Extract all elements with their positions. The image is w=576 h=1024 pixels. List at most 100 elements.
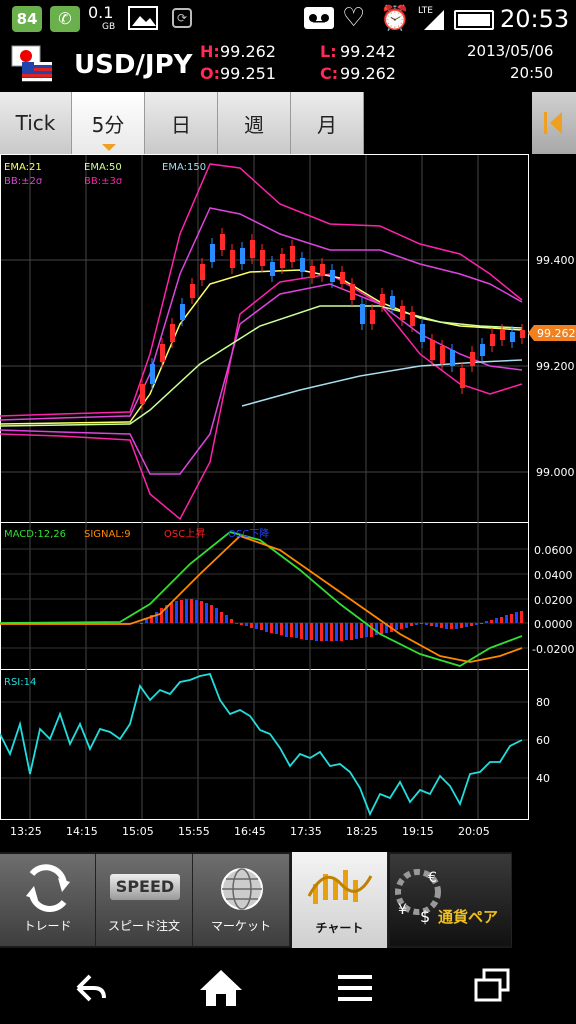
osc-bar bbox=[450, 623, 453, 629]
rsi-y-tick: 80 bbox=[536, 696, 550, 709]
osc-bar bbox=[345, 623, 348, 640]
high-label: H: bbox=[200, 42, 220, 61]
candle-body bbox=[330, 270, 335, 282]
tab-strip-filler bbox=[364, 92, 532, 154]
osc-bar bbox=[415, 623, 418, 625]
bottom-nav-filler bbox=[512, 852, 576, 948]
rsi-panel-frame bbox=[0, 669, 529, 820]
legend-osc-up: OSC上昇 bbox=[164, 528, 205, 540]
svg-text:€: € bbox=[428, 870, 437, 886]
osc-bar bbox=[355, 623, 358, 639]
candle-body bbox=[310, 266, 315, 278]
data-amount: 0.1 bbox=[88, 3, 114, 22]
chart-area[interactable]: EMA:21 EMA:50 EMA:150 BB:±2σ BB:±3σ 99.4… bbox=[0, 154, 576, 852]
quote-header: USD/JPY H: 99.262 O: 99.251 L: 99.242 C:… bbox=[0, 38, 576, 90]
x-tick: 20:05 bbox=[458, 825, 490, 838]
osc-bar bbox=[420, 623, 423, 624]
chart-canvas[interactable]: EMA:21 EMA:50 EMA:150 BB:±2σ BB:±3σ 99.4… bbox=[0, 154, 576, 852]
osc-bar bbox=[275, 623, 278, 634]
candle-body bbox=[450, 350, 455, 366]
osc-bar bbox=[475, 623, 478, 625]
bb2-upper-line bbox=[0, 207, 523, 421]
osc-bar bbox=[295, 623, 298, 638]
osc-bar bbox=[240, 623, 243, 625]
macd-y-tick: 0.0400 bbox=[534, 569, 573, 582]
menu-icon[interactable] bbox=[336, 968, 376, 1008]
osc-bar bbox=[230, 619, 233, 623]
osc-bar bbox=[470, 623, 473, 626]
open-value: 99.251 bbox=[220, 64, 276, 83]
tab-label: 日 bbox=[171, 112, 191, 137]
osc-bar bbox=[520, 611, 523, 623]
svg-text:¥: ¥ bbox=[398, 902, 407, 918]
tab-5min[interactable]: 5分 bbox=[72, 92, 145, 154]
battery-level: 84 bbox=[16, 10, 38, 28]
drawer-toggle-button[interactable] bbox=[532, 92, 576, 154]
macd-y-tick: 0.0000 bbox=[534, 618, 573, 631]
back-icon[interactable] bbox=[64, 968, 114, 1008]
osc-bar bbox=[325, 623, 328, 641]
speed-icon: SPEED bbox=[110, 874, 180, 900]
osc-bar bbox=[195, 600, 198, 623]
osc-bar bbox=[225, 615, 228, 623]
candle-body bbox=[150, 364, 155, 384]
tab-label: 5分 bbox=[91, 112, 125, 137]
low-label: L: bbox=[320, 42, 337, 61]
osc-bar bbox=[460, 623, 463, 628]
nav-label: チャート bbox=[315, 921, 364, 935]
nav-trade[interactable]: トレード bbox=[0, 854, 96, 946]
nav-market[interactable]: マーケット bbox=[193, 854, 290, 946]
osc-bar bbox=[255, 623, 258, 629]
osc-bar bbox=[400, 623, 403, 629]
candle-body bbox=[410, 312, 415, 326]
osc-bar bbox=[305, 623, 308, 640]
nav-speed-order[interactable]: SPEED スピード注文 bbox=[96, 854, 193, 946]
nav-chart[interactable]: チャート bbox=[292, 852, 388, 948]
legend-rsi: RSI:14 bbox=[4, 677, 36, 688]
nav-currency-pair[interactable]: € ¥ $ 通貨ペア bbox=[390, 854, 512, 946]
tab-day[interactable]: 日 bbox=[145, 92, 218, 154]
quote-date: 2013/05/06 bbox=[467, 42, 554, 60]
active-tab-indicator-icon bbox=[102, 144, 116, 151]
candle-body bbox=[370, 310, 375, 324]
legend-ema21: EMA:21 bbox=[4, 162, 42, 173]
voicemail-icon bbox=[304, 7, 334, 29]
tab-tick[interactable]: Tick bbox=[0, 92, 72, 154]
osc-bar bbox=[170, 603, 173, 623]
osc-bar bbox=[265, 623, 268, 632]
osc-bar bbox=[440, 623, 443, 628]
clock-time: 20:53 bbox=[500, 5, 570, 33]
osc-bar bbox=[210, 605, 213, 623]
alarm-icon: ⏰ bbox=[380, 4, 410, 32]
open-label: O: bbox=[200, 64, 220, 83]
battery-badge: 84 bbox=[12, 6, 42, 32]
tab-month[interactable]: 月 bbox=[291, 92, 364, 154]
osc-bar bbox=[510, 614, 513, 623]
osc-bar bbox=[250, 623, 253, 628]
candle-body bbox=[170, 324, 175, 342]
close-label: C: bbox=[320, 64, 339, 83]
recent-apps-icon[interactable] bbox=[472, 966, 512, 1006]
x-tick: 13:25 bbox=[10, 825, 42, 838]
candle-body bbox=[380, 294, 385, 306]
tab-week[interactable]: 週 bbox=[218, 92, 291, 154]
svg-text:$: $ bbox=[420, 907, 430, 926]
osc-bar bbox=[505, 615, 508, 623]
osc-bar bbox=[190, 599, 193, 623]
home-icon[interactable] bbox=[196, 966, 246, 1010]
osc-bar bbox=[500, 617, 503, 623]
osc-bar bbox=[380, 623, 383, 634]
osc-bar bbox=[180, 600, 183, 623]
nav-label: スピード注文 bbox=[107, 919, 180, 933]
candle-body bbox=[270, 262, 275, 276]
bb3-upper-line bbox=[0, 163, 523, 417]
osc-bar bbox=[260, 623, 263, 630]
candle-body bbox=[240, 248, 245, 264]
usd-jpy-flag-icon bbox=[11, 45, 52, 82]
y-tick: 99.200 bbox=[536, 360, 575, 373]
candle-body bbox=[520, 330, 525, 338]
candle-body bbox=[300, 258, 305, 272]
macd-y-tick: 0.0200 bbox=[534, 594, 573, 607]
osc-bar bbox=[310, 623, 313, 640]
collapse-arrow-icon bbox=[544, 112, 562, 134]
